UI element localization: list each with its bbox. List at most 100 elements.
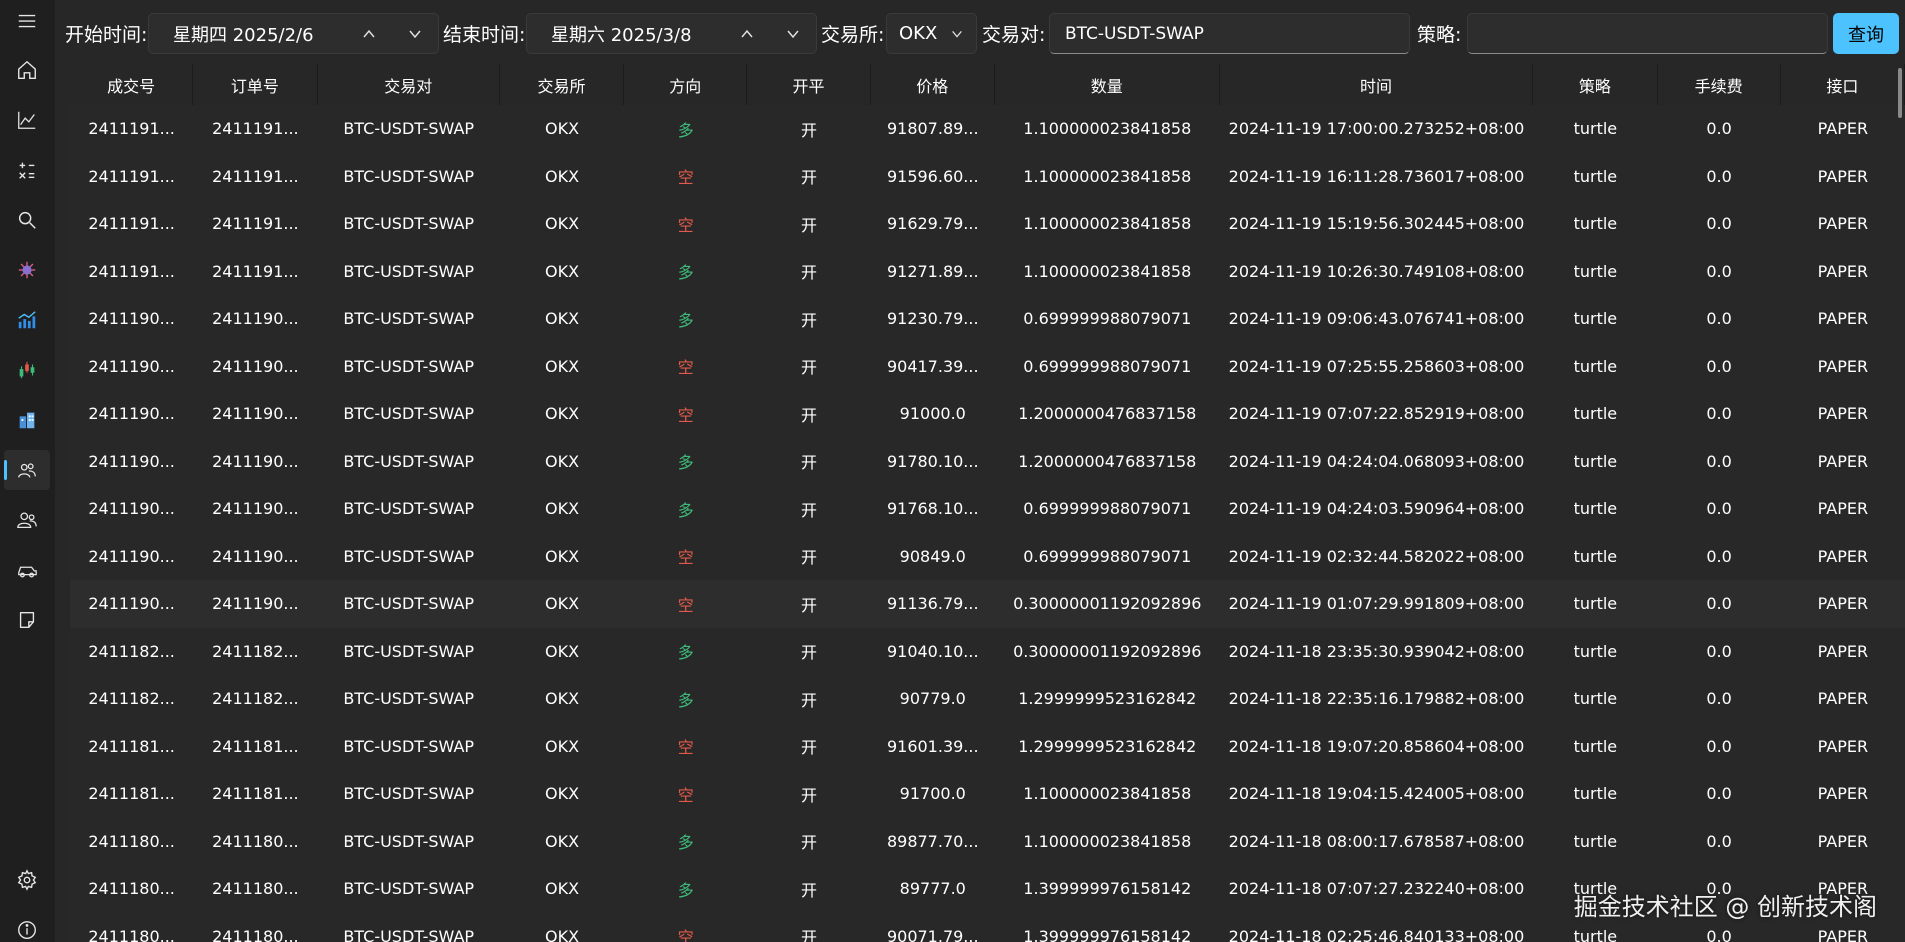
calculator-icon[interactable] (4, 150, 50, 190)
table-cell: 多 (677, 880, 694, 900)
table-row[interactable]: 2411190... 2411190... BTC-USDT-SWAP OKX 多 开 91… (70, 295, 1905, 343)
column-header[interactable]: 订单号 (193, 64, 318, 105)
table-cell: 开 (801, 215, 818, 235)
table-row[interactable]: 2411190... 2411190... BTC-USDT-SWAP OKX 多 开 91… (70, 485, 1905, 533)
vertical-scrollbar[interactable] (1898, 68, 1902, 118)
table-cell: 0.0 (1706, 309, 1732, 329)
table-cell: 2411190... (88, 451, 175, 471)
table-row[interactable]: 2411181... 2411181... BTC-USDT-SWAP OKX 空 开 91… (70, 722, 1905, 770)
exchange-value: OKX (899, 23, 938, 44)
column-header[interactable]: 交易所 (500, 64, 625, 105)
table-cell: 开 (801, 928, 818, 942)
table-cell: 2411191... (88, 261, 175, 281)
table-cell: 0.0 (1706, 119, 1732, 139)
building-icon[interactable] (4, 400, 50, 440)
table-cell: 2024-11-18 23:35:30.939042+08:00 (1228, 641, 1525, 661)
column-header[interactable]: 时间 (1220, 64, 1534, 105)
table-row[interactable]: 2411191... 2411191... BTC-USDT-SWAP OKX 空 开 91… (70, 152, 1905, 200)
table-cell: OKX (545, 499, 580, 519)
table-cell: 空 (677, 548, 694, 568)
start-date-picker[interactable]: 星期四 2025/2/6 (148, 13, 439, 54)
table-cell: 2411191... (88, 166, 175, 186)
chevron-up-icon[interactable] (346, 14, 392, 53)
table-cell: OKX (545, 261, 580, 281)
symbol-input[interactable] (1049, 13, 1410, 54)
table-row[interactable]: 2411182... 2411182... BTC-USDT-SWAP OKX 多 开 90… (70, 675, 1905, 723)
table-cell: BTC-USDT-SWAP (343, 736, 475, 756)
table-cell: 多 (677, 500, 694, 520)
strategy-input[interactable] (1467, 13, 1828, 54)
users-icon[interactable] (4, 500, 50, 540)
table-row[interactable]: 2411190... 2411190... BTC-USDT-SWAP OKX 多 开 91… (70, 437, 1905, 485)
table-cell: 空 (677, 358, 694, 378)
table-cell: 2024-11-19 07:07:22.852919+08:00 (1228, 404, 1525, 424)
table-row[interactable]: 2411191... 2411191... BTC-USDT-SWAP OKX 多 开 91… (70, 247, 1905, 295)
table-cell: BTC-USDT-SWAP (343, 119, 475, 139)
exchange-select[interactable]: OKX (886, 13, 977, 54)
candlestick-icon[interactable] (4, 350, 50, 390)
chart-icon[interactable] (4, 100, 50, 140)
table-cell: 1.399999976158142 (1023, 879, 1192, 899)
info-icon[interactable] (4, 910, 50, 942)
table-cell: 0.699999988079071 (1023, 546, 1192, 566)
column-header[interactable]: 开平 (747, 64, 871, 105)
chevron-down-icon[interactable] (770, 14, 816, 53)
table-row[interactable]: 2411180... 2411180... BTC-USDT-SWAP OKX 多 开 89… (70, 817, 1905, 865)
query-button[interactable]: 查询 (1833, 13, 1899, 54)
column-header[interactable]: 接口 (1781, 64, 1905, 105)
table-row[interactable]: 2411190... 2411190... BTC-USDT-SWAP OKX 空 开 91… (70, 580, 1905, 628)
gear-icon[interactable] (4, 860, 50, 900)
table-row[interactable]: 2411182... 2411182... BTC-USDT-SWAP OKX 多 开 91… (70, 627, 1905, 675)
bar-chart-icon[interactable] (4, 300, 50, 340)
table-cell: BTC-USDT-SWAP (343, 784, 475, 804)
table-row[interactable]: 2411191... 2411191... BTC-USDT-SWAP OKX 多 开 91… (70, 105, 1905, 153)
table-cell: 1.399999976158142 (1023, 926, 1192, 942)
table-cell: 2024-11-19 04:24:04.068093+08:00 (1228, 451, 1525, 471)
car-icon[interactable] (4, 550, 50, 590)
end-date-picker[interactable]: 星期六 2025/3/8 (526, 13, 817, 54)
table-cell: 2411190... (88, 356, 175, 376)
table-row[interactable]: 2411191... 2411191... BTC-USDT-SWAP OKX 空 开 91… (70, 200, 1905, 248)
trade-records-icon[interactable] (4, 450, 50, 490)
sticky-note-icon[interactable] (4, 600, 50, 640)
table-cell: 0.0 (1706, 451, 1732, 471)
table-cell: turtle (1573, 356, 1618, 376)
table-cell: 多 (677, 690, 694, 710)
table-cell: turtle (1573, 451, 1618, 471)
table-cell: 2411190... (212, 546, 299, 566)
column-header[interactable]: 手续费 (1658, 64, 1781, 105)
column-header[interactable]: 价格 (871, 64, 995, 105)
filter-bar: 开始时间: 星期四 2025/2/6 结束时间: 星期六 2025/3/8 交易… (55, 0, 1905, 64)
table-cell: 2411190... (88, 546, 175, 566)
chevron-up-icon[interactable] (724, 14, 770, 53)
table-cell: 2411181... (88, 784, 175, 804)
table-cell: turtle (1573, 499, 1618, 519)
search-icon[interactable] (4, 200, 50, 240)
table-cell: 2024-11-19 02:32:44.582022+08:00 (1228, 546, 1525, 566)
table-cell: 2411191... (212, 214, 299, 234)
table-cell: OKX (545, 119, 580, 139)
table-cell: 0.0 (1706, 641, 1732, 661)
table-cell: 2411180... (212, 831, 299, 851)
menu-toggle-icon[interactable] (4, 1, 50, 41)
table-cell: BTC-USDT-SWAP (343, 166, 475, 186)
home-icon[interactable] (4, 50, 50, 90)
table-cell: PAPER (1817, 261, 1869, 281)
table-row[interactable]: 2411190... 2411190... BTC-USDT-SWAP OKX 空 开 91… (70, 390, 1905, 438)
column-header[interactable]: 成交号 (70, 64, 194, 105)
column-header[interactable]: 交易对 (318, 64, 500, 105)
table-cell: 2411191... (88, 119, 175, 139)
table-cell: 2024-11-19 01:07:29.991809+08:00 (1228, 594, 1525, 614)
table-cell: PAPER (1817, 309, 1869, 329)
chevron-down-icon[interactable] (392, 14, 438, 53)
table-row[interactable]: 2411181... 2411181... BTC-USDT-SWAP OKX 空 开 91… (70, 770, 1905, 818)
table-cell: OKX (545, 594, 580, 614)
table-row[interactable]: 2411190... 2411190... BTC-USDT-SWAP OKX 空 开 90… (70, 532, 1905, 580)
column-header[interactable]: 数量 (995, 64, 1220, 105)
column-header[interactable]: 方向 (624, 64, 748, 105)
table-cell: 2411181... (212, 736, 299, 756)
virus-icon[interactable] (4, 250, 50, 290)
column-header[interactable]: 策略 (1533, 64, 1658, 105)
table-cell: 2024-11-18 22:35:16.179882+08:00 (1228, 689, 1525, 709)
table-row[interactable]: 2411190... 2411190... BTC-USDT-SWAP OKX 空 开 90… (70, 342, 1905, 390)
